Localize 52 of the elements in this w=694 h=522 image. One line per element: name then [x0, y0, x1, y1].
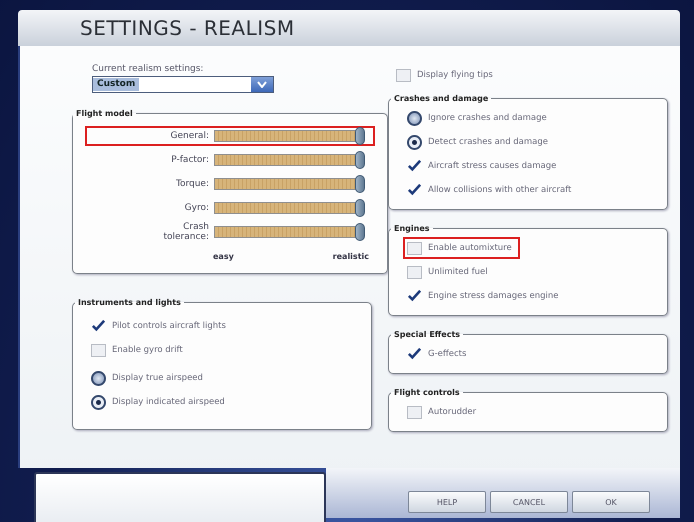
- option-label: Ignore crashes and damage: [428, 113, 547, 123]
- slider-thumb[interactable]: [355, 175, 365, 193]
- checkbox-checked-icon[interactable]: [91, 320, 106, 332]
- realism-dropdown[interactable]: Custom: [92, 76, 274, 93]
- option-label: Autorudder: [428, 407, 476, 417]
- dialog-button[interactable]: OK: [572, 491, 650, 513]
- slider-label: Gyro:: [184, 203, 210, 213]
- slider-thumb[interactable]: [355, 151, 365, 169]
- slider-label: P-factor:: [170, 155, 210, 165]
- checkbox-checked-icon[interactable]: [407, 160, 422, 172]
- slider-label: Torque:: [174, 179, 210, 189]
- group-title: Flight model: [75, 109, 134, 118]
- option-label: Enable gyro drift: [112, 345, 183, 355]
- option-label: G-effects: [428, 349, 466, 359]
- option-label: Engine stress damages engine: [428, 291, 559, 301]
- slider-label: General:: [169, 131, 210, 141]
- option-label: Detect crashes and damage: [428, 137, 548, 147]
- checkbox-icon[interactable]: [407, 406, 422, 418]
- radio-button[interactable]: [407, 110, 422, 126]
- window-title: SETTINGS - REALISM: [80, 16, 295, 40]
- checkbox-icon[interactable]: [91, 344, 106, 356]
- dialog-button[interactable]: CANCEL: [490, 491, 568, 513]
- dialog-button[interactable]: HELP: [408, 491, 486, 513]
- option-label: Enable automixture: [428, 243, 512, 253]
- checkbox-checked-icon[interactable]: [407, 184, 422, 196]
- option-label: Display flying tips: [417, 70, 493, 80]
- checkbox-icon[interactable]: [396, 68, 411, 82]
- radio-button[interactable]: [407, 134, 422, 150]
- scale-label: easy: [213, 252, 234, 261]
- option-label: Allow collisions with other aircraft: [428, 185, 572, 195]
- group-title: Instruments and lights: [77, 298, 182, 307]
- option-label: Unlimited fuel: [428, 267, 488, 277]
- group-title: Engines: [393, 224, 431, 233]
- option-label: Display indicated airspeed: [112, 397, 225, 407]
- slider-thumb[interactable]: [355, 199, 365, 217]
- checkbox-checked-icon[interactable]: [407, 290, 422, 302]
- slider-thumb[interactable]: [355, 223, 365, 241]
- radio-button[interactable]: [91, 394, 106, 410]
- option-label: Display true airspeed: [112, 373, 203, 383]
- checkbox-icon[interactable]: [407, 242, 422, 254]
- group-title: Flight controls: [393, 388, 461, 397]
- group-title: Crashes and damage: [393, 94, 490, 103]
- checkbox-checked-icon[interactable]: [407, 348, 422, 360]
- group-title: Special Effects: [393, 330, 462, 339]
- checkbox-icon[interactable]: [407, 266, 422, 278]
- option-label: Pilot controls aircraft lights: [112, 321, 226, 331]
- scale-label: realistic: [332, 252, 369, 261]
- option-label: Aircraft stress causes damage: [428, 161, 556, 171]
- radio-button[interactable]: [91, 370, 106, 386]
- slider-thumb[interactable]: [355, 127, 365, 145]
- slider-label: Crash tolerance:: [162, 222, 210, 242]
- field-label: Current realism settings:: [91, 64, 204, 74]
